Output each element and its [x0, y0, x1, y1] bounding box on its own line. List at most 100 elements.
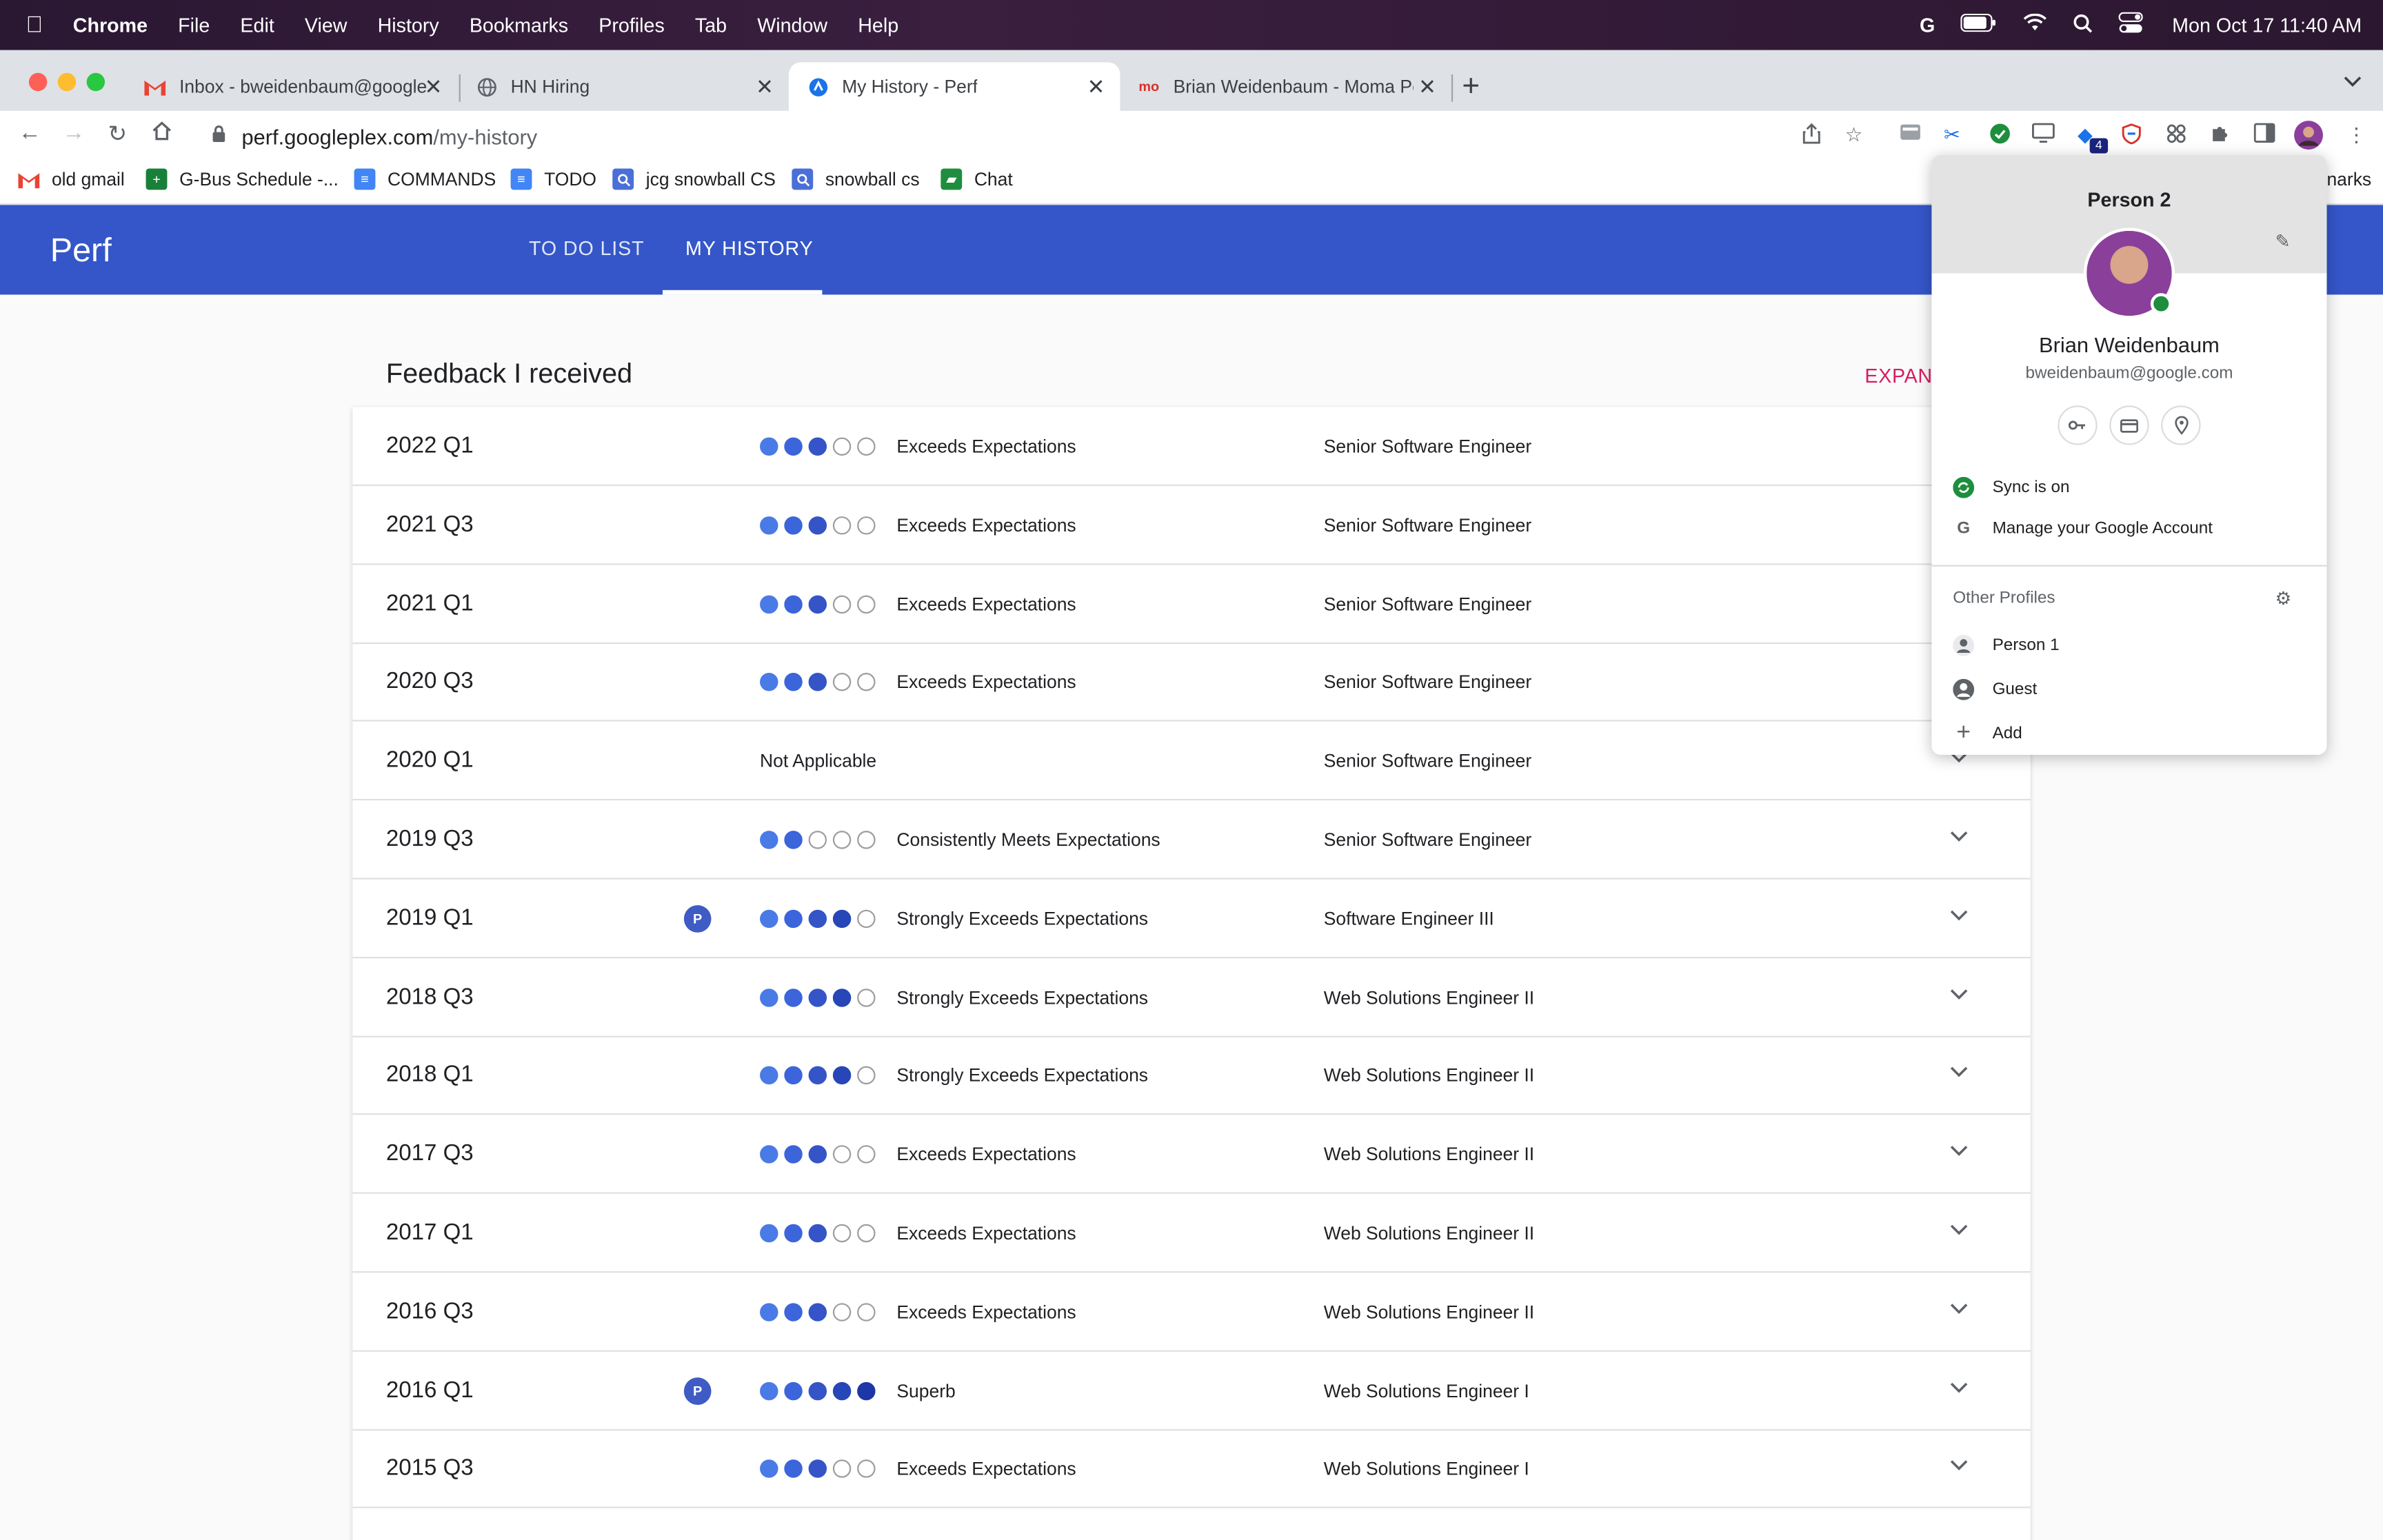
apple-menu-icon[interactable]: : [26, 12, 50, 38]
profile-item-add[interactable]: + Add: [1953, 720, 2022, 745]
bookmark-old-gmail[interactable]: old gmail: [18, 169, 125, 190]
manage-profiles-gear-icon[interactable]: ⚙: [2275, 588, 2292, 609]
feedback-row[interactable]: 2015 Q3 Exceeds Expectations Web Solutions…: [352, 1430, 2031, 1509]
profile-item-guest[interactable]: Guest: [1953, 678, 2037, 700]
chrome-menu-icon[interactable]: ⋮: [2346, 123, 2366, 147]
expand-row-chevron-icon[interactable]: [1950, 903, 1968, 926]
expand-row-chevron-icon[interactable]: [1950, 824, 1968, 847]
wifi-icon[interactable]: [2023, 13, 2047, 37]
sync-status-item[interactable]: Sync is on: [1953, 476, 2069, 498]
reload-icon[interactable]: ↻: [108, 120, 127, 147]
tab-my-history[interactable]: My History - Perf ✕: [788, 62, 1120, 111]
share-icon[interactable]: [1802, 123, 1820, 148]
expand-row-chevron-icon[interactable]: [1950, 1061, 1968, 1084]
battery-icon[interactable]: [1960, 13, 1998, 37]
menu-window[interactable]: Window: [757, 14, 827, 37]
rating-dot-filled: [784, 594, 803, 614]
close-tab-icon[interactable]: ✕: [1087, 74, 1105, 100]
app-brand[interactable]: Perf: [50, 231, 112, 270]
feedback-row[interactable]: 2019 Q1 P Strongly Exceeds Expectations Sof…: [352, 879, 2031, 958]
feedback-row[interactable]: 2019 Q3 Consistently Meets Expectations Se…: [352, 800, 2031, 880]
bookmark-star-icon[interactable]: ☆: [1845, 123, 1863, 147]
passwords-key-icon[interactable]: [2058, 405, 2098, 445]
bookmark-gbus-schedule[interactable]: + G-Bus Schedule -...: [145, 168, 339, 190]
expand-row-chevron-icon[interactable]: [1950, 1139, 1968, 1162]
rating-label: Consistently Meets Expectations: [896, 829, 1160, 851]
close-tab-icon[interactable]: ✕: [1418, 74, 1436, 100]
expand-row-chevron-icon[interactable]: [1950, 1375, 1968, 1398]
minimize-window-button[interactable]: [57, 72, 77, 92]
menu-bookmarks[interactable]: Bookmarks: [470, 14, 568, 37]
bookmark-todo[interactable]: ≡ TODO: [510, 168, 596, 190]
section-title: Feedback I received: [385, 358, 633, 389]
extension-green-icon[interactable]: [1989, 123, 2011, 148]
forward-arrow-icon[interactable]: →: [62, 120, 85, 145]
menu-file[interactable]: File: [178, 14, 210, 37]
feedback-row[interactable]: 2021 Q1 Exceeds Expectations Senior Softwa…: [352, 565, 2031, 644]
url-text: perf.googleplex.com/my-history: [241, 124, 537, 148]
close-window-button[interactable]: [28, 72, 48, 92]
extension-grid-icon[interactable]: [2166, 123, 2187, 148]
extensions-puzzle-icon[interactable]: [2210, 123, 2231, 148]
tab-moma[interactable]: mo Brian Weidenbaum - Moma Pe ✕: [1120, 62, 1451, 111]
bookmark-commands[interactable]: ≡ COMMANDS: [354, 168, 496, 190]
expand-row-chevron-icon[interactable]: [1950, 1218, 1968, 1241]
review-period: 2017 Q3: [385, 1141, 474, 1167]
close-tab-icon[interactable]: ✕: [425, 74, 443, 100]
feedback-row[interactable]: 2018 Q3 Strongly Exceeds Expectations Web …: [352, 958, 2031, 1037]
rating-dot-filled: [808, 988, 827, 1006]
feedback-row[interactable]: 2017 Q3 Exceeds Expectations Web Solutions…: [352, 1115, 2031, 1195]
address-bar[interactable]: perf.googleplex.com/my-history: [196, 115, 1887, 156]
extension-wallet-icon[interactable]: [1900, 123, 1921, 145]
bookmark-snowball-cs[interactable]: snowball cs: [792, 168, 920, 190]
zoom-window-button[interactable]: [86, 72, 105, 92]
menu-edit[interactable]: Edit: [240, 14, 274, 37]
expand-row-chevron-icon[interactable]: [1950, 1454, 1968, 1477]
spotlight-search-icon[interactable]: [2073, 13, 2093, 37]
side-panel-icon[interactable]: [2253, 123, 2275, 147]
nav-my-history[interactable]: MY HISTORY: [685, 237, 814, 260]
expand-row-chevron-icon[interactable]: [1950, 1297, 1968, 1319]
menu-history[interactable]: History: [378, 14, 439, 37]
feedback-row[interactable]: 2016 Q1 P Superb Web Solutions Engineer I: [352, 1351, 2031, 1430]
extension-shield-icon[interactable]: [2122, 123, 2142, 148]
control-center-icon[interactable]: [2118, 12, 2144, 38]
tab-search-chevron-icon[interactable]: [2344, 72, 2362, 93]
menu-profiles[interactable]: Profiles: [599, 14, 665, 37]
profile-item-person-1[interactable]: Person 1: [1953, 634, 2060, 656]
menu-help[interactable]: Help: [858, 14, 898, 37]
feedback-row[interactable]: 2021 Q3 Exceeds Expectations Senior Softwa…: [352, 486, 2031, 565]
tab-inbox[interactable]: Inbox - bweidenbaum@google ✕: [126, 62, 457, 111]
google-status-icon[interactable]: G: [1920, 14, 1935, 37]
feedback-row[interactable]: 2022 Q1 Exceeds Expectations Senior Softwa…: [352, 407, 2031, 487]
menu-view[interactable]: View: [305, 14, 348, 37]
back-arrow-icon[interactable]: ←: [18, 120, 41, 145]
tab-hn-hiring[interactable]: HN Hiring ✕: [457, 62, 788, 111]
payment-card-icon[interactable]: [2109, 405, 2149, 445]
nav-todo-list[interactable]: TO DO LIST: [529, 237, 645, 260]
new-tab-plus-icon[interactable]: +: [1462, 70, 1480, 105]
rating-dot-filled: [760, 1224, 778, 1243]
feedback-row[interactable]: 2020 Q3 Exceeds Expectations Senior Softwa…: [352, 643, 2031, 722]
menu-tab[interactable]: Tab: [695, 14, 727, 37]
expand-row-chevron-icon[interactable]: [1950, 982, 1968, 1005]
other-bookmarks-link[interactable]: narks: [2326, 169, 2371, 190]
manage-account-item[interactable]: G Manage your Google Account: [1953, 518, 2213, 539]
menubar-clock[interactable]: Mon Oct 17 11:40 AM: [2172, 14, 2362, 37]
profile-avatar-button[interactable]: [2293, 120, 2324, 155]
lock-icon[interactable]: [211, 125, 226, 148]
close-tab-icon[interactable]: ✕: [756, 74, 774, 100]
feedback-row[interactable]: 2020 Q1 Not Applicable Senior Software Eng…: [352, 722, 2031, 801]
review-period: 2015 Q3: [385, 1455, 474, 1481]
feedback-row[interactable]: 2016 Q3 Exceeds Expectations Web Solutions…: [352, 1273, 2031, 1352]
feedback-row[interactable]: 2017 Q1 Exceeds Expectations Web Solutions…: [352, 1194, 2031, 1273]
scissors-icon[interactable]: ✂: [1944, 123, 1960, 147]
addresses-location-icon[interactable]: [2161, 405, 2201, 445]
menu-app-name[interactable]: Chrome: [73, 14, 148, 37]
edit-profile-pencil-icon[interactable]: ✎: [2275, 231, 2291, 252]
feedback-row[interactable]: 2018 Q1 Strongly Exceeds Expectations Web …: [352, 1036, 2031, 1116]
home-icon[interactable]: [150, 120, 173, 148]
cast-screen-icon[interactable]: [2031, 123, 2055, 147]
bookmark-chat[interactable]: ▰ Chat: [941, 168, 1013, 190]
bookmark-jcg-snowball[interactable]: jcg snowball CS: [612, 168, 776, 190]
